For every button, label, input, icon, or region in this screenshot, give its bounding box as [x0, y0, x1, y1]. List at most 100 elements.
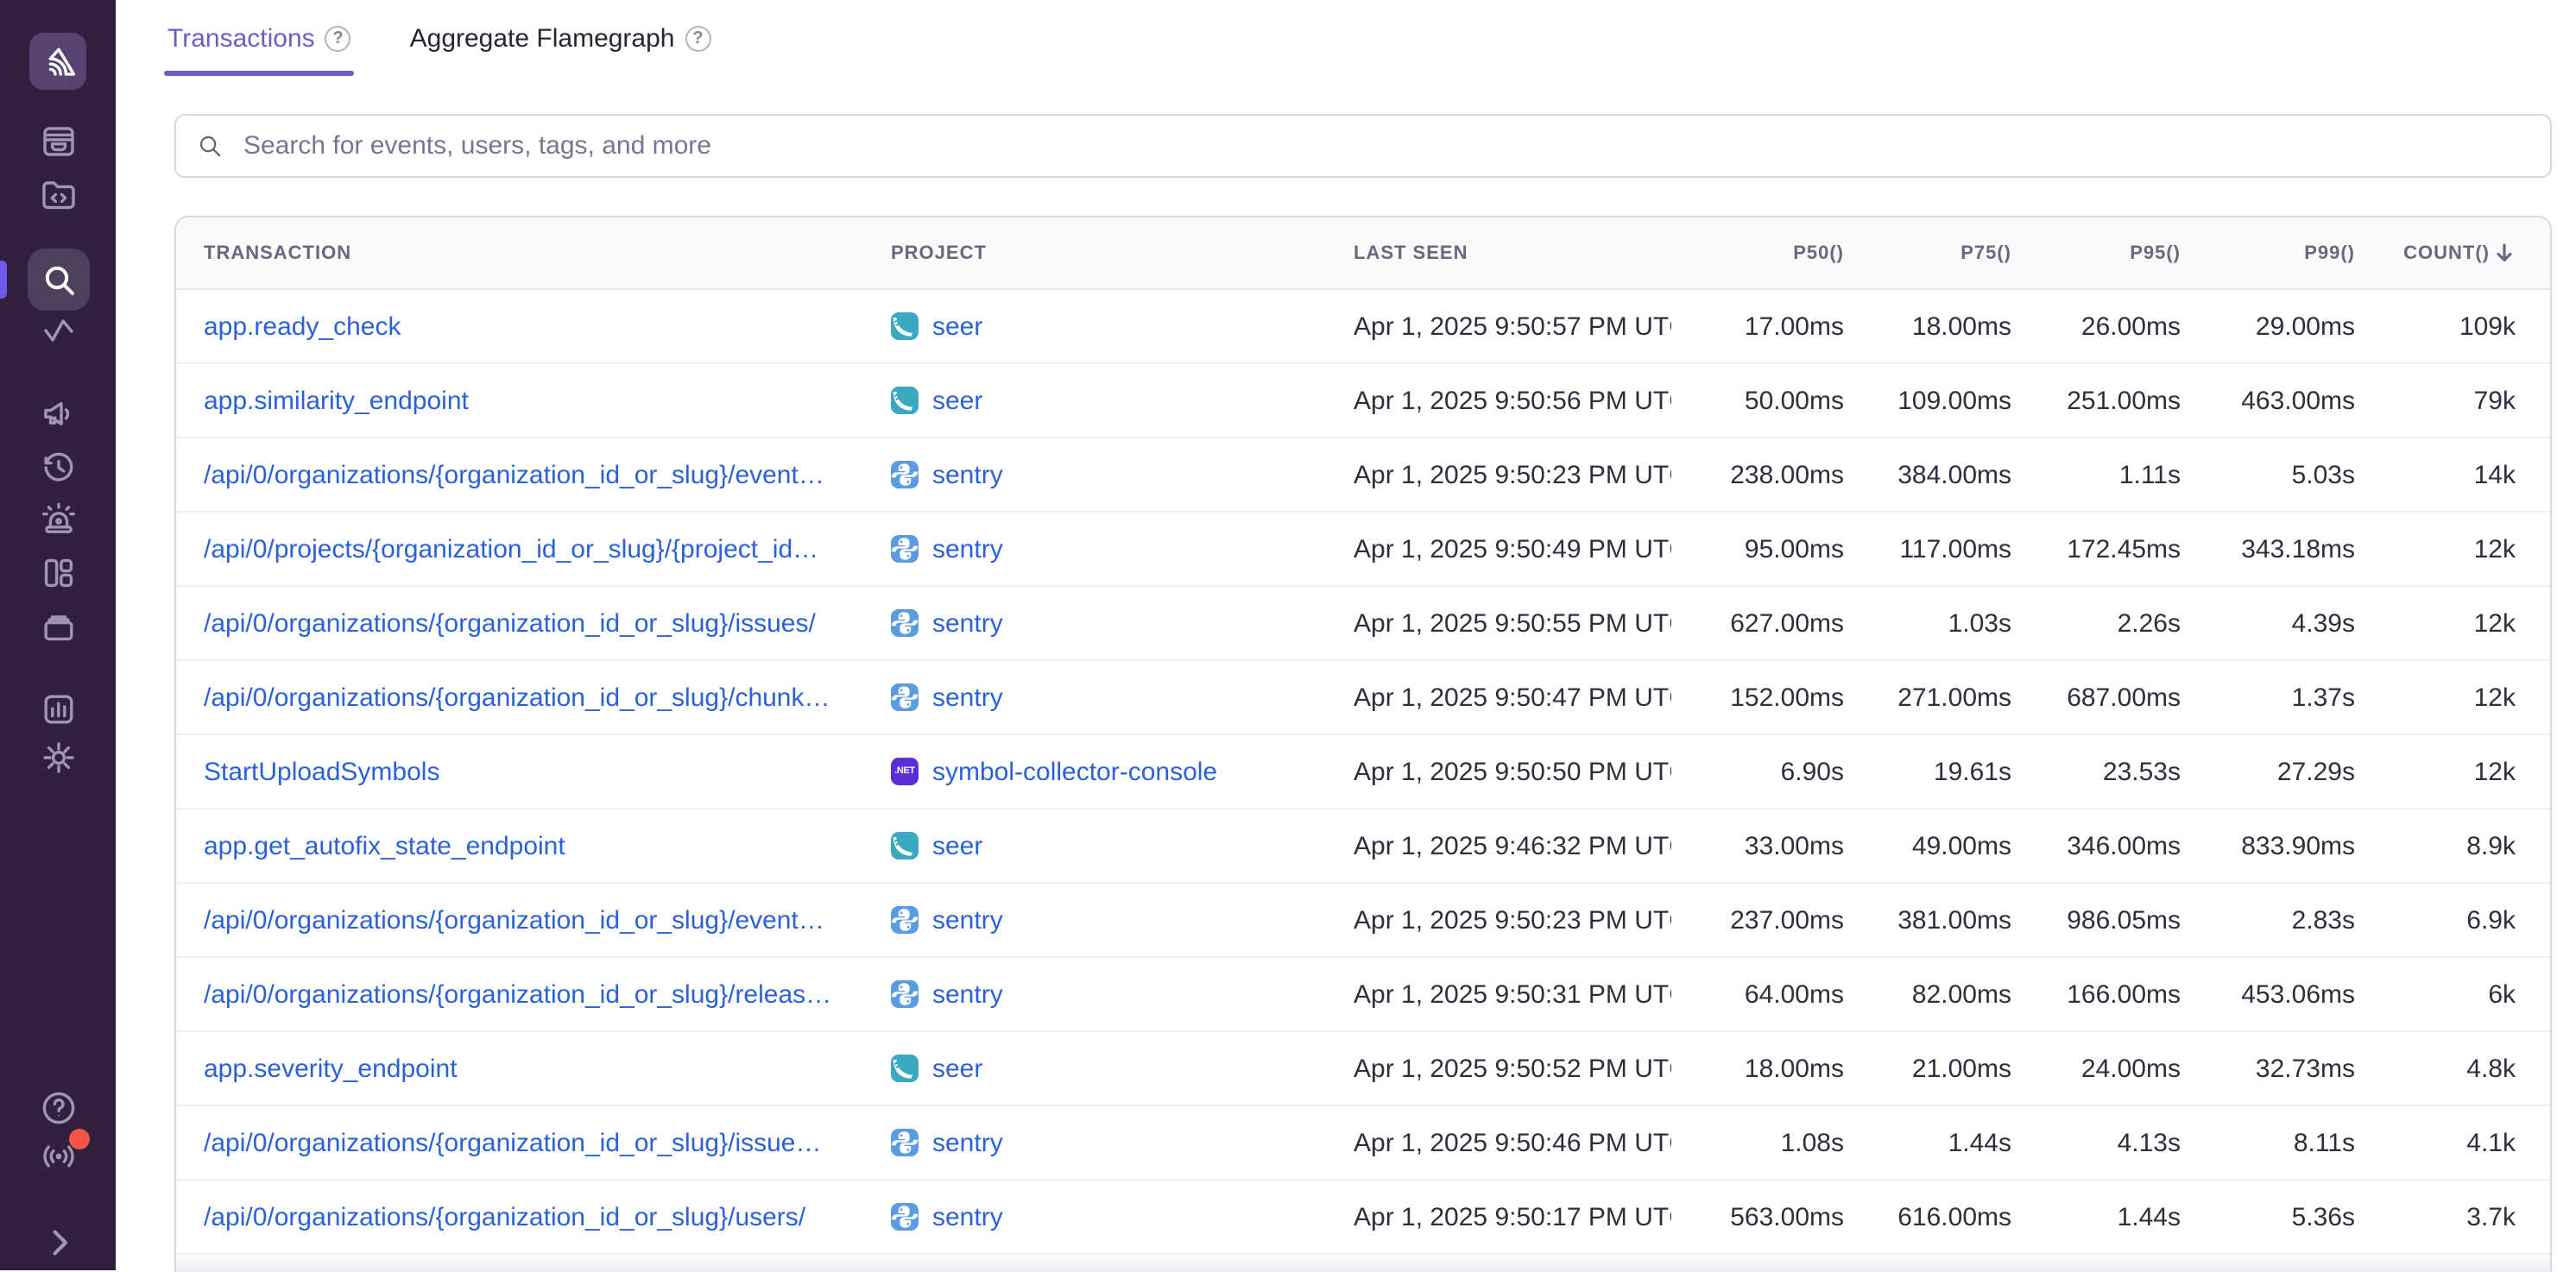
last-seen-value: Apr 1, 2025 9:50:49 PM UTC: [1336, 534, 1671, 564]
count-value: 3.7k: [2355, 1202, 2550, 1231]
p99-value: 29.00ms: [2181, 312, 2355, 341]
transaction-link[interactable]: /api/0/organizations/{organization_id_or…: [204, 1202, 805, 1231]
p50-value: 1.08s: [1671, 1128, 1844, 1157]
sidebar-item-help[interactable]: [37, 1087, 79, 1129]
transaction-link[interactable]: app.similarity_endpoint: [204, 386, 469, 415]
layout-blocks-icon: [37, 552, 79, 594]
search-input[interactable]: [240, 129, 2529, 162]
project-link[interactable]: sentry: [932, 905, 1003, 935]
p75-value: 616.00ms: [1844, 1202, 2011, 1231]
table-row: app.similarity_endpoint seer Apr 1, 2025…: [176, 364, 2550, 438]
sidebar-item-releases[interactable]: [37, 447, 79, 488]
project-platform-icon: [891, 1055, 919, 1082]
p99-value: 5.03s: [2181, 460, 2355, 489]
transaction-link[interactable]: app.get_autofix_state_endpoint: [204, 831, 565, 860]
sidebar-item-projects[interactable]: [37, 174, 79, 216]
project-link[interactable]: sentry: [932, 683, 1003, 712]
p95-value: 1.44s: [2011, 1202, 2181, 1231]
search-icon: [197, 133, 223, 159]
transaction-link[interactable]: /api/0/organizations/{organization_id_or…: [204, 1128, 822, 1157]
project-link[interactable]: sentry: [932, 979, 1003, 1009]
column-header-p50[interactable]: P50(): [1671, 242, 1844, 263]
column-header-p95[interactable]: P95(): [2011, 242, 2181, 263]
table-row: /api/0/organizations/{organization_id_or…: [176, 438, 2550, 513]
project-link[interactable]: seer: [932, 312, 982, 341]
transaction-link[interactable]: app.severity_endpoint: [204, 1054, 458, 1083]
p99-value: 833.90ms: [2181, 831, 2355, 860]
column-header-project[interactable]: Project: [874, 242, 1336, 263]
last-seen-value: Apr 1, 2025 9:50:57 PM UTC: [1336, 312, 1671, 341]
main-content: Transactions ? Aggregate Flamegraph ? Tr…: [116, 0, 2576, 1270]
count-value: 109k: [2355, 312, 2550, 341]
p99-value: 27.29s: [2181, 757, 2355, 786]
project-platform-icon: [891, 832, 919, 860]
project-link[interactable]: symbol-collector-console: [932, 757, 1217, 786]
p95-value: 24.00ms: [2011, 1054, 2181, 1083]
p75-value: 1.03s: [1844, 608, 2011, 638]
transaction-link[interactable]: /api/0/organizations/{organization_id_or…: [204, 608, 816, 638]
p50-value: 33.00ms: [1671, 831, 1844, 860]
transaction-link[interactable]: /api/0/projects/{organization_id_or_slug…: [204, 534, 818, 564]
sidebar-item-dashboards[interactable]: [37, 689, 79, 730]
project-link[interactable]: sentry: [932, 460, 1003, 489]
tab-aggregate-flamegraph[interactable]: Aggregate Flamegraph ?: [407, 21, 715, 76]
count-value: 12k: [2355, 608, 2550, 638]
sidebar-collapse-button[interactable]: [37, 1222, 79, 1263]
project-link[interactable]: seer: [932, 1054, 982, 1083]
column-header-p99[interactable]: P99(): [2181, 242, 2355, 263]
tab-transactions[interactable]: Transactions ?: [164, 21, 355, 76]
issues-icon: [37, 121, 79, 162]
table-row: /api/0/organizations/{organization_id_or…: [176, 1181, 2550, 1255]
project-platform-icon: [891, 461, 919, 488]
last-seen-value: Apr 1, 2025 9:50:55 PM UTC: [1336, 608, 1671, 638]
transaction-link[interactable]: /api/0/organizations/{organization_id_or…: [204, 683, 830, 712]
bar-chart-icon: [37, 689, 79, 730]
sidebar-item-traces[interactable]: [37, 311, 79, 352]
sidebar-item-alerts[interactable]: [37, 499, 79, 540]
project-link[interactable]: sentry: [932, 1128, 1003, 1157]
project-link[interactable]: sentry: [932, 534, 1003, 564]
project-link[interactable]: seer: [932, 386, 982, 415]
project-link[interactable]: seer: [932, 831, 982, 860]
siren-icon: [37, 499, 79, 540]
project-platform-icon: .NET: [891, 758, 919, 785]
project-platform-icon: [891, 609, 919, 637]
transaction-link[interactable]: /api/0/organizations/{organization_id_or…: [204, 905, 824, 935]
help-circle-icon[interactable]: ?: [685, 26, 711, 52]
p95-value: 251.00ms: [2011, 386, 2181, 415]
p95-value: 172.45ms: [2011, 534, 2181, 564]
sidebar-item-explore[interactable]: [27, 249, 89, 311]
sidebar-item-feedback[interactable]: [37, 394, 79, 435]
column-header-last-seen[interactable]: Last Seen: [1336, 242, 1671, 263]
p99-value: 8.11s: [2181, 1128, 2355, 1157]
sidebar-item-settings[interactable]: [37, 737, 79, 778]
project-platform-icon: [891, 1129, 919, 1156]
count-value: 4.1k: [2355, 1128, 2550, 1157]
sidebar-item-issues[interactable]: [37, 121, 79, 162]
project-link[interactable]: sentry: [932, 608, 1003, 638]
transaction-link[interactable]: /api/0/organizations/{organization_id_or…: [204, 979, 831, 1009]
transaction-link[interactable]: /api/0/organizations/{organization_id_or…: [204, 460, 824, 489]
transaction-link[interactable]: StartUploadSymbols: [204, 757, 439, 786]
sentry-logo[interactable]: [29, 33, 86, 90]
count-value: 6.9k: [2355, 905, 2550, 935]
transaction-link[interactable]: app.ready_check: [204, 312, 401, 341]
last-seen-value: Apr 1, 2025 9:50:56 PM UTC: [1336, 386, 1671, 415]
p75-value: 117.00ms: [1844, 534, 2011, 564]
sidebar-item-whats-new[interactable]: [37, 1136, 79, 1177]
transactions-table: Transaction Project Last Seen P50() P75(…: [174, 216, 2552, 1272]
tab-transactions-label: Transactions: [167, 24, 315, 54]
last-seen-value: Apr 1, 2025 9:50:31 PM UTC: [1336, 979, 1671, 1009]
p50-value: 237.00ms: [1671, 905, 1844, 935]
p95-value: 986.05ms: [2011, 905, 2181, 935]
column-header-transaction[interactable]: Transaction: [176, 242, 874, 263]
column-header-count[interactable]: COUNT(): [2355, 242, 2550, 264]
project-link[interactable]: sentry: [932, 1202, 1003, 1231]
sidebar-item-stats[interactable]: [37, 606, 79, 647]
search-bar[interactable]: [174, 114, 2552, 178]
sidebar-item-insights[interactable]: [37, 552, 79, 594]
count-value: 12k: [2355, 534, 2550, 564]
column-header-p75[interactable]: P75(): [1844, 242, 2011, 263]
help-circle-icon[interactable]: ?: [325, 26, 351, 52]
count-value: 12k: [2355, 683, 2550, 712]
